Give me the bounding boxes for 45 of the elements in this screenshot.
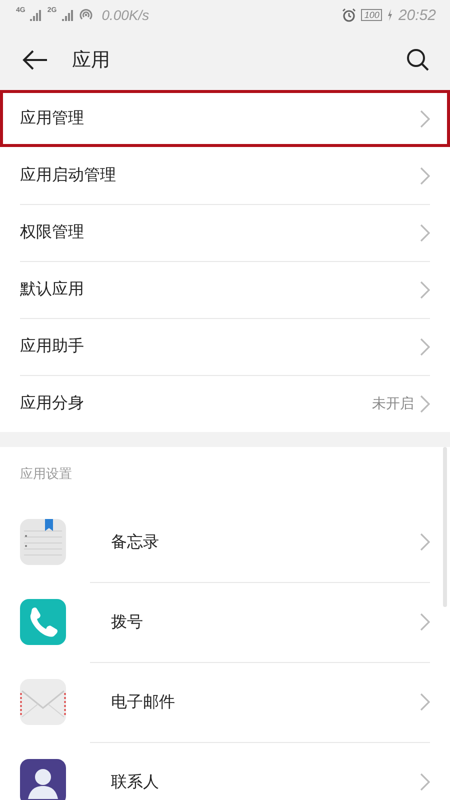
menu-label: 应用启动管理 xyxy=(20,165,117,186)
phone-icon xyxy=(20,599,66,645)
signal-icon xyxy=(30,10,42,20)
menu-label: 应用助手 xyxy=(20,336,85,357)
charging-icon xyxy=(387,9,394,21)
app-name: 电子邮件 xyxy=(111,692,176,712)
menu-value: 未开启 xyxy=(372,394,414,412)
menu-label: 应用分身 xyxy=(20,393,85,414)
chevron-icon xyxy=(420,533,430,551)
chevron-icon xyxy=(420,166,430,184)
hotspot-icon xyxy=(78,8,93,22)
menu-item[interactable]: 权限管理 xyxy=(0,204,450,261)
page-title: 应用 xyxy=(72,48,111,73)
app-name: 备忘录 xyxy=(111,532,160,552)
app-item[interactable]: 备忘录 xyxy=(0,502,450,582)
app-item[interactable]: 拨号 xyxy=(0,582,450,662)
app-name: 拨号 xyxy=(111,612,144,632)
chevron-icon xyxy=(420,280,430,298)
contact-icon xyxy=(20,759,66,800)
notepad-icon xyxy=(20,519,66,565)
menu-label: 应用管理 xyxy=(20,108,85,129)
section-header: 应用设置 xyxy=(19,466,73,484)
menu-item[interactable]: 默认应用 xyxy=(0,261,450,318)
menu-item[interactable]: 应用助手 xyxy=(0,318,450,375)
menu-item[interactable]: 应用分身 未开启 xyxy=(0,375,450,432)
chevron-icon xyxy=(420,338,430,356)
chevron-icon xyxy=(420,773,430,791)
chevron-icon xyxy=(420,110,430,128)
signal-icon xyxy=(62,10,74,20)
app-item[interactable]: 电子邮件 xyxy=(0,662,450,742)
chevron-icon xyxy=(420,394,430,412)
app-item[interactable]: 联系人 xyxy=(0,742,450,800)
envelope-icon xyxy=(20,679,66,725)
network-speed: 0.00K/s xyxy=(102,7,150,23)
menu-item[interactable]: 应用启动管理 xyxy=(0,147,450,204)
chevron-icon xyxy=(420,224,430,242)
clock: 20:52 xyxy=(398,6,436,24)
menu-label: 默认应用 xyxy=(20,279,85,300)
menu-label: 权限管理 xyxy=(20,222,85,243)
menu-item[interactable]: 应用管理 xyxy=(0,90,450,147)
chevron-icon xyxy=(420,613,430,631)
chevron-icon xyxy=(420,693,430,711)
app-name: 联系人 xyxy=(111,772,160,792)
battery-level: 100 xyxy=(361,9,382,21)
alarm-icon xyxy=(342,8,356,22)
